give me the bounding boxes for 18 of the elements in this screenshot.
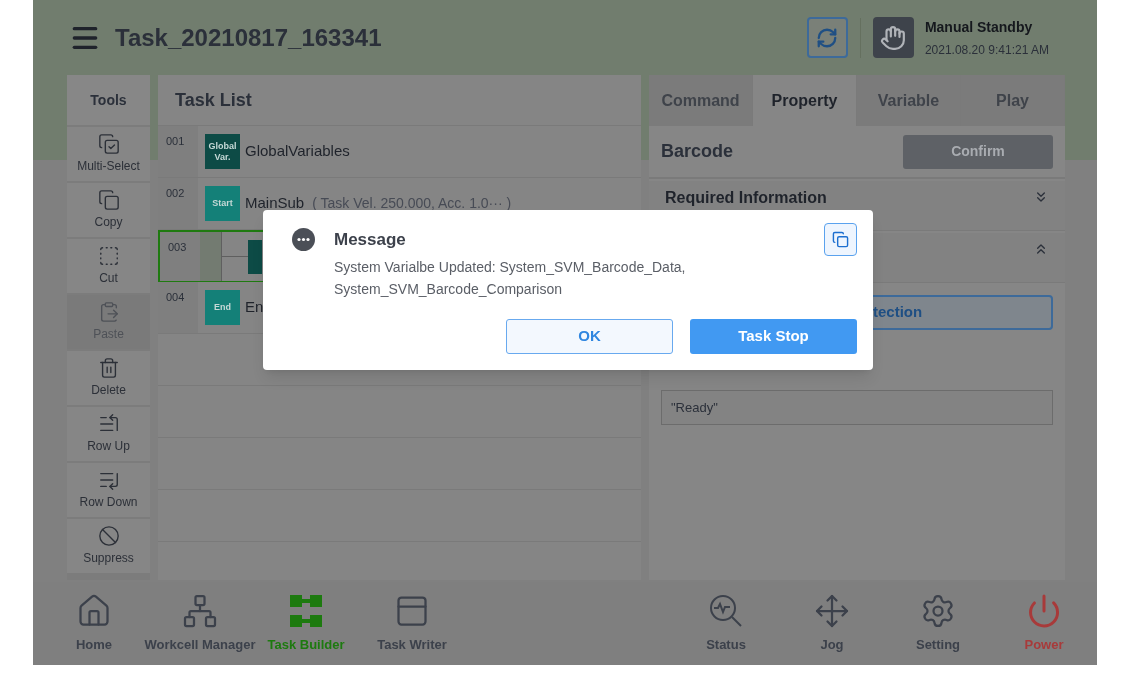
status-time: 2021.08.20 9:41:21 AM xyxy=(924,41,1049,59)
command-label: En xyxy=(245,297,264,318)
tools-title: Tools xyxy=(90,90,127,110)
command-label: GlobalVariables xyxy=(245,141,350,162)
row-number: 001 xyxy=(166,135,185,147)
row-number: 004 xyxy=(166,291,185,303)
command-badge: End xyxy=(205,290,240,325)
dialog-message: System Varialbe Updated: System_SVM_Barcode_Data, System_SVM_Barcode_Comparison xyxy=(334,258,687,299)
row-number: 002 xyxy=(166,187,185,199)
command-title: Barcode xyxy=(661,140,734,163)
task-list-title: Task List xyxy=(175,88,252,112)
command-badge: Global Var. xyxy=(205,134,240,169)
dialog-title: Message xyxy=(334,228,406,251)
command-badge: Start xyxy=(205,186,240,221)
mode-status: Manual Standby xyxy=(924,17,1034,37)
row-number: 003 xyxy=(168,241,187,253)
task-title: Task_20210817_163341 xyxy=(115,22,382,53)
command-label: MainSub xyxy=(245,193,305,214)
